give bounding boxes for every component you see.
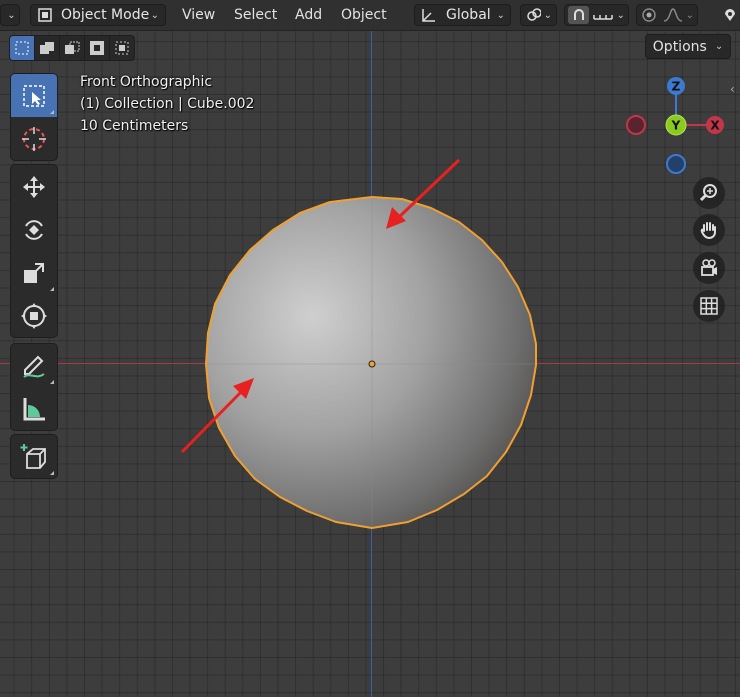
gizmo-y-label: Y	[671, 119, 681, 133]
more-tools-indicator	[50, 471, 54, 475]
zoom-magnifier-icon	[699, 184, 717, 202]
gizmo-z-label: Z	[672, 80, 681, 94]
toolbar-annotate-group	[10, 343, 58, 431]
transform-icon	[21, 302, 47, 329]
toolbar-add-group	[10, 434, 58, 479]
tool-move[interactable]	[11, 165, 57, 208]
tool-measure[interactable]	[11, 387, 57, 430]
hand-pan-icon	[700, 222, 716, 240]
add-cube-icon	[20, 443, 46, 469]
gizmo-neg-x-handle[interactable]	[626, 115, 646, 135]
measure-ruler-icon	[23, 397, 45, 420]
grid-icon	[700, 297, 718, 315]
gizmo-neg-z-handle[interactable]	[666, 154, 686, 174]
select-box-icon	[23, 84, 45, 107]
navigation-gizmo[interactable]: Z X Y	[620, 70, 730, 180]
toolbar-select-group	[10, 73, 58, 161]
ortho-toggle-button[interactable]	[693, 290, 725, 322]
more-tools-indicator	[50, 287, 54, 291]
view-name-text: Front Orthographic	[80, 74, 213, 90]
tool-scale[interactable]	[11, 251, 57, 294]
annotate-pencil-icon	[23, 355, 45, 378]
tool-annotate[interactable]	[11, 344, 57, 387]
gizmo-x-label: X	[710, 119, 720, 133]
rotate-icon	[25, 219, 43, 240]
tool-transform[interactable]	[11, 294, 57, 337]
camera-icon	[701, 259, 717, 276]
scale-icon	[24, 262, 44, 283]
toolbar-transform-group	[10, 164, 58, 338]
pan-button[interactable]	[693, 214, 725, 246]
tool-select-box[interactable]	[11, 74, 57, 117]
object-origin-dot	[368, 360, 376, 368]
grid-scale-text: 10 Centimeters	[80, 118, 189, 134]
sidebar-toggle-arrow[interactable]: ‹	[730, 82, 740, 98]
zoom-button[interactable]	[693, 177, 725, 209]
more-tools-indicator	[50, 110, 54, 114]
move-icon	[23, 175, 45, 198]
collection-info-text: (1) Collection | Cube.002	[80, 96, 255, 112]
tool-cursor[interactable]	[11, 117, 57, 160]
cursor-icon	[22, 126, 46, 151]
camera-view-button[interactable]	[693, 252, 725, 284]
tool-add-cube[interactable]	[11, 435, 57, 478]
tool-rotate[interactable]	[11, 208, 57, 251]
more-tools-indicator	[50, 380, 54, 384]
